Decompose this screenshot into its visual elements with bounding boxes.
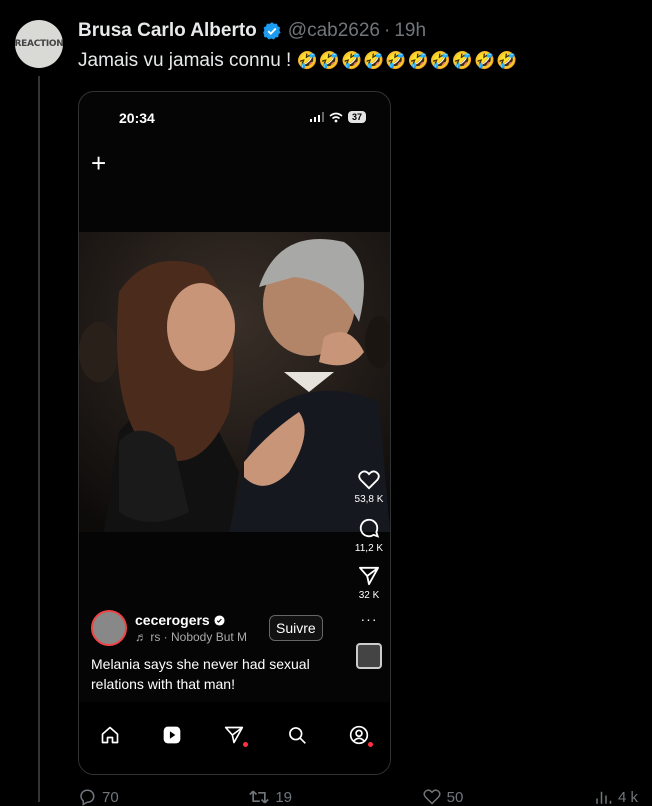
like-action[interactable]: 53,8 K bbox=[354, 470, 384, 505]
comment-icon bbox=[359, 518, 380, 538]
heart-icon bbox=[358, 470, 380, 490]
reel-actions: 53,8 K 11,2 K 32 K ··· bbox=[349, 470, 389, 669]
reply-button[interactable]: 70 bbox=[78, 788, 119, 806]
reel-user-info: cecerogers ♬ rs · Nobody But M bbox=[135, 612, 261, 644]
reply-icon bbox=[80, 789, 95, 806]
photo-illustration bbox=[79, 232, 390, 532]
views-icon bbox=[596, 791, 612, 804]
reply-count: 70 bbox=[102, 788, 119, 806]
phone-status-icons: 37 bbox=[309, 111, 366, 123]
plus-icon[interactable]: + bbox=[91, 148, 106, 179]
send-icon bbox=[358, 566, 379, 586]
signal-icon bbox=[309, 112, 324, 122]
tweet-text: Jamais vu jamais connu ! bbox=[78, 50, 292, 71]
reel-bottom-nav bbox=[79, 702, 390, 774]
tweet-header: Brusa Carlo Alberto @cab2626 · 19h bbox=[78, 20, 426, 42]
share-action[interactable]: 32 K bbox=[358, 566, 380, 601]
avatar-logo-text: REACTION bbox=[15, 38, 63, 49]
home-icon[interactable] bbox=[98, 723, 122, 747]
like-button[interactable]: 50 bbox=[423, 788, 464, 806]
laughing-emoji-row: 🤣🤣🤣🤣🤣🤣🤣🤣🤣🤣 bbox=[296, 51, 519, 71]
reel-music-label[interactable]: ♬ rs · Nobody But M bbox=[135, 630, 261, 644]
reels-icon[interactable] bbox=[160, 723, 184, 747]
reel-verified-icon bbox=[214, 614, 225, 626]
comment-action[interactable]: 11,2 K bbox=[355, 517, 383, 554]
video-frame-photo[interactable] bbox=[79, 232, 390, 532]
notification-dot bbox=[243, 742, 249, 747]
reel-user-row: cecerogers ♬ rs · Nobody But M Suivre bbox=[91, 610, 323, 646]
views-count: 4 k bbox=[617, 788, 638, 806]
like-heart-icon bbox=[423, 789, 441, 805]
profile-icon[interactable] bbox=[347, 723, 373, 747]
author-handle[interactable]: @cab2626 bbox=[288, 20, 380, 42]
separator-dot: · bbox=[383, 20, 391, 41]
phone-status-time: 20:34 bbox=[119, 110, 155, 126]
verified-badge-icon bbox=[262, 22, 281, 40]
tweet-body: Jamais vu jamais connu ! 🤣🤣🤣🤣🤣🤣🤣🤣🤣🤣 bbox=[78, 50, 518, 72]
comment-count: 11,2 K bbox=[354, 543, 384, 554]
tweet-like-count: 50 bbox=[446, 788, 464, 806]
search-icon[interactable] bbox=[285, 723, 309, 747]
reel-username[interactable]: cecerogers bbox=[135, 612, 210, 628]
share-count: 32 K bbox=[358, 590, 380, 601]
thread-line bbox=[38, 76, 40, 802]
tweet-actions-bar: 70 19 50 4 k bbox=[78, 788, 638, 806]
audio-thumbnail[interactable] bbox=[356, 643, 382, 669]
views-button[interactable]: 4 k bbox=[594, 788, 638, 806]
embedded-video-screenshot[interactable]: 20:34 37 + 53,8 K 11,2 K 32 K ··· cecero… bbox=[78, 91, 391, 775]
author-avatar[interactable]: REACTION bbox=[15, 20, 63, 68]
tweet-time[interactable]: 19h bbox=[394, 20, 426, 42]
wifi-icon bbox=[329, 112, 343, 122]
more-icon[interactable]: ··· bbox=[361, 611, 378, 627]
repost-icon bbox=[249, 790, 270, 804]
messages-icon[interactable] bbox=[222, 723, 249, 747]
follow-button[interactable]: Suivre bbox=[269, 615, 323, 641]
repost-button[interactable]: 19 bbox=[249, 788, 292, 806]
battery-icon: 37 bbox=[347, 111, 366, 123]
reel-caption: Melania says she never had sexual relati… bbox=[91, 656, 310, 692]
profile-notification-dot bbox=[367, 742, 373, 747]
like-count: 53,8 K bbox=[354, 494, 384, 505]
repost-count: 19 bbox=[275, 788, 293, 806]
author-name[interactable]: Brusa Carlo Alberto bbox=[78, 20, 257, 42]
reel-user-avatar[interactable] bbox=[91, 610, 127, 646]
